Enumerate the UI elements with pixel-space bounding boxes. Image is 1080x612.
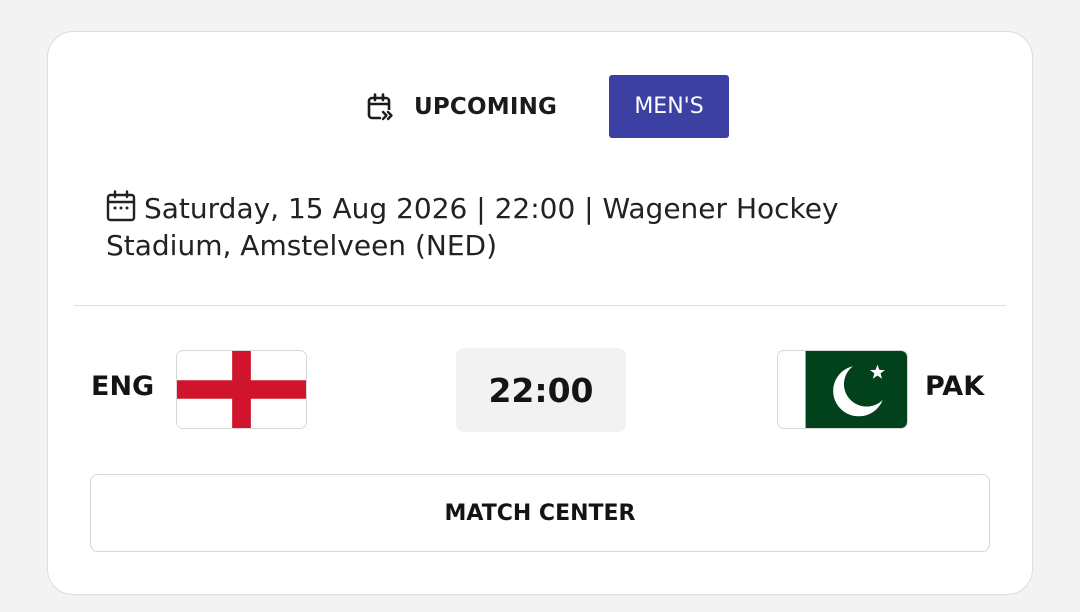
- divider: [74, 305, 1006, 306]
- match-info-text: Saturday, 15 Aug 2026 | 22:00 | Wagener …: [106, 192, 839, 262]
- match-card: UPCOMING MEN'S Saturday, 15 Aug 2026 | 2…: [47, 31, 1033, 595]
- match-center-button[interactable]: MATCH CENTER: [90, 474, 990, 552]
- match-time: 22:00: [456, 348, 626, 432]
- calendar-icon: [106, 190, 136, 222]
- gender-badge: MEN'S: [609, 75, 729, 138]
- home-team-code: ENG: [91, 371, 155, 402]
- match-status: UPCOMING: [366, 91, 557, 123]
- pakistan-flag-icon: [777, 350, 908, 429]
- calendar-forward-icon: [366, 92, 396, 122]
- status-label: UPCOMING: [414, 94, 558, 120]
- match-status-row: UPCOMING MEN'S: [48, 75, 1032, 138]
- england-flag-icon: [176, 350, 307, 429]
- away-team-code: PAK: [925, 371, 985, 402]
- match-info: Saturday, 15 Aug 2026 | 22:00 | Wagener …: [106, 190, 966, 264]
